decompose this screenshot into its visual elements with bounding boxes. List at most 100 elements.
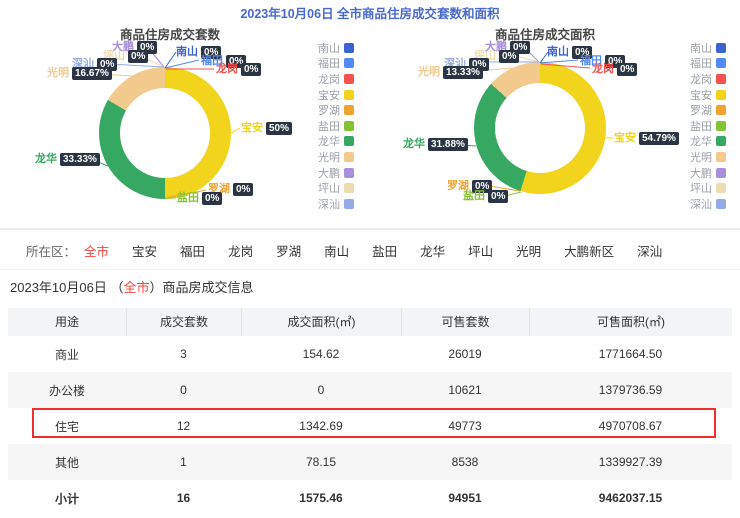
legend-label: 龙岗 xyxy=(318,73,340,86)
legend-label: 龙华 xyxy=(318,136,340,149)
legend-swatch xyxy=(716,167,726,178)
legend-item[interactable]: 龙华 xyxy=(688,134,726,150)
legend-label: 龙华 xyxy=(690,136,712,149)
cell: 办公楼 xyxy=(48,383,85,398)
cell: 其他 xyxy=(54,455,79,470)
cell: 26019 xyxy=(448,347,482,361)
pie-callout: 盐田 0% xyxy=(177,192,223,205)
district-label: 龙岗 xyxy=(592,63,614,75)
legend-item[interactable]: 盐田 xyxy=(316,118,354,134)
legend-label: 深汕 xyxy=(690,198,712,211)
donut-chart-units[interactable] xyxy=(99,67,231,199)
filter-item-baoan[interactable]: 宝安 xyxy=(132,241,157,260)
filter-item-dapengxinqu[interactable]: 大鹏新区 xyxy=(564,241,614,260)
percent-badge: 0% xyxy=(499,50,520,63)
legend-item[interactable]: 光明 xyxy=(688,149,726,165)
legend-item[interactable]: 深汕 xyxy=(688,196,726,212)
legend-swatch xyxy=(344,136,354,147)
cell: 10621 xyxy=(448,383,482,397)
legend-swatch xyxy=(344,42,354,53)
district-label: 宝安 xyxy=(241,122,263,134)
filter-item-pingshan[interactable]: 坪山 xyxy=(468,241,493,260)
pie-callout: 光明 16.67% xyxy=(47,67,112,80)
cell: 12 xyxy=(176,419,191,433)
legend-swatch xyxy=(344,167,354,178)
cell: 8538 xyxy=(451,455,479,469)
legend-item[interactable]: 坪山 xyxy=(688,180,726,196)
filter-item-futian[interactable]: 福田 xyxy=(180,241,205,260)
legend-item[interactable]: 盐田 xyxy=(688,118,726,134)
legend-swatch xyxy=(716,151,726,162)
cell: 1575.46 xyxy=(299,491,343,505)
filter-item-longgang[interactable]: 龙岗 xyxy=(228,241,253,260)
legend-item[interactable]: 宝安 xyxy=(688,87,726,103)
legend-item[interactable]: 龙岗 xyxy=(316,71,354,87)
cell: 4970708.67 xyxy=(598,419,663,433)
table-row: 办公楼 0 0 10621 1379736.59 xyxy=(8,372,732,408)
table-row-subtotal: 小计 16 1575.46 94951 9462037.15 xyxy=(8,480,732,516)
legend-item[interactable]: 坪山 xyxy=(316,180,354,196)
cell: 3 xyxy=(180,347,187,361)
pie-callout: 龙岗 0% xyxy=(216,63,262,76)
legend-label: 大鹏 xyxy=(690,167,712,180)
housing-dashboard-page: 2023年10月06日 全市商品住房成交套数和面积 商品住房成交套数 商品住房成… xyxy=(0,0,740,518)
transactions-table: 用途 成交套数 成交面积(㎡) 可售套数 可售面积(㎡) 商业 3 154.62… xyxy=(8,308,732,516)
legend-label: 坪山 xyxy=(318,183,340,196)
legend-swatch xyxy=(344,105,354,116)
cell: 49773 xyxy=(448,419,482,433)
filter-item-guangming[interactable]: 光明 xyxy=(516,241,541,260)
col-header-deal-units: 成交套数 xyxy=(126,308,241,336)
legend-item[interactable]: 南山 xyxy=(688,40,726,56)
filter-item-nanshan[interactable]: 南山 xyxy=(324,241,349,260)
filter-item-luohu[interactable]: 罗湖 xyxy=(276,241,301,260)
pie-callout: 龙华 31.88% xyxy=(403,138,468,151)
pie-callout: 龙岗 0% xyxy=(592,63,638,76)
divider xyxy=(0,228,740,230)
legend-item[interactable]: 南山 xyxy=(316,40,354,56)
percent-badge: 0% xyxy=(202,192,223,205)
filter-item-shenshan[interactable]: 深汕 xyxy=(637,241,662,260)
legend-item[interactable]: 大鹏 xyxy=(316,165,354,181)
legend-item[interactable]: 罗湖 xyxy=(316,102,354,118)
pie-callout: 宝安 54.79% xyxy=(614,132,679,145)
pie-callout: 光明 13.33% xyxy=(418,66,483,79)
info-title-scope: 全市 xyxy=(123,280,150,295)
legend-item[interactable]: 福田 xyxy=(316,56,354,72)
percent-badge: 33.33% xyxy=(60,153,100,166)
filter-item-longhua[interactable]: 龙华 xyxy=(420,241,445,260)
legend-item[interactable]: 大鹏 xyxy=(688,165,726,181)
col-header-forsale-area: 可售面积(㎡) xyxy=(529,308,732,336)
filter-item-yantian[interactable]: 盐田 xyxy=(372,241,397,260)
info-title-prefix: 2023年10月06日 （ xyxy=(10,280,124,295)
percent-badge: 31.88% xyxy=(428,138,468,151)
cell: 商业 xyxy=(54,347,79,362)
legend-swatch xyxy=(716,198,726,209)
percent-badge: 0% xyxy=(233,183,254,196)
cell: 1339927.39 xyxy=(598,455,663,469)
legend-label: 盐田 xyxy=(318,120,340,133)
legend-label: 龙岗 xyxy=(690,73,712,86)
legend-area: 南山 福田 龙岗 宝安 罗湖 盐田 龙华 光明 大鹏 坪山 深汕 xyxy=(688,40,726,212)
legend-item[interactable]: 福田 xyxy=(688,56,726,72)
legend-item[interactable]: 龙岗 xyxy=(688,71,726,87)
legend-item[interactable]: 罗湖 xyxy=(688,102,726,118)
legend-label: 大鹏 xyxy=(318,167,340,180)
filter-item-quanshi[interactable]: 全市 xyxy=(84,241,109,260)
legend-swatch xyxy=(716,73,726,84)
table-row-highlighted: 住宅 12 1342.69 49773 4970708.67 xyxy=(8,408,732,444)
district-label: 南山 xyxy=(176,46,198,58)
district-label: 龙岗 xyxy=(216,63,238,75)
donut-chart-area[interactable] xyxy=(474,62,606,194)
legend-item[interactable]: 龙华 xyxy=(316,134,354,150)
cell: 9462037.15 xyxy=(598,491,663,505)
legend-label: 深汕 xyxy=(318,198,340,211)
cell: 78.15 xyxy=(305,455,337,469)
legend-item[interactable]: 深汕 xyxy=(316,196,354,212)
pie-callout: 盐田 0% xyxy=(463,190,509,203)
legend-label: 光明 xyxy=(690,151,712,164)
legend-item[interactable]: 宝安 xyxy=(316,87,354,103)
legend-swatch xyxy=(344,120,354,131)
district-label: 盐田 xyxy=(463,190,485,202)
legend-item[interactable]: 光明 xyxy=(316,149,354,165)
district-label: 宝安 xyxy=(614,132,636,144)
